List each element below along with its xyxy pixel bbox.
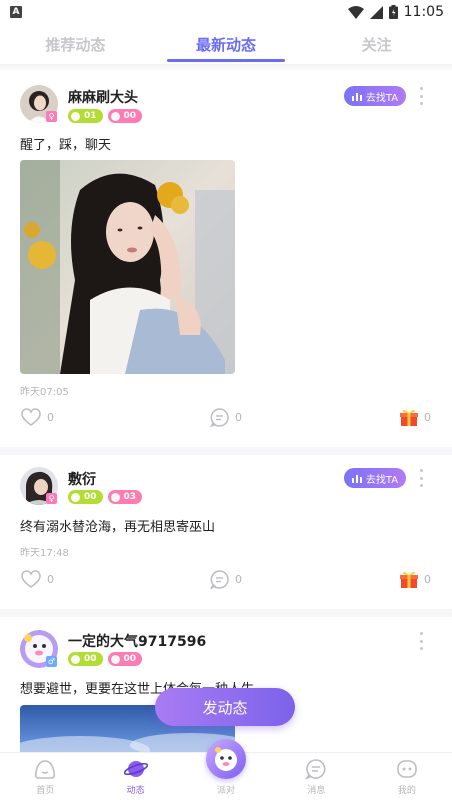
find-ta-button[interactable]: 去找TA [344,86,406,106]
star-icon [71,111,80,121]
more-options-icon[interactable] [418,87,424,105]
like-button[interactable]: 0 [21,570,54,588]
more-options-icon[interactable] [418,469,424,487]
gender-male-icon: ♂ [46,656,57,667]
post-image[interactable] [20,160,235,374]
star-icon [71,492,80,502]
tab-following[interactable]: 关注 [301,24,452,64]
charm-badge: 00 [107,109,143,123]
username[interactable]: 一定的大气9717596 [68,631,206,651]
post-divider [0,447,452,455]
heart-outline-icon [21,570,41,588]
gift-button[interactable]: 0 [400,570,431,589]
comment-button[interactable]: 0 [210,408,242,427]
username[interactable]: 麻麻刷大头 [68,87,138,107]
wifi-icon [347,5,364,19]
level-badge: 00 [68,490,103,504]
nav-moments[interactable]: 动态 [90,753,180,802]
tab-latest[interactable]: 最新动态 [151,24,302,64]
comment-button[interactable]: 0 [210,570,242,589]
charm-badge: 00 [107,652,143,666]
level-badge: 00 [68,652,103,666]
username[interactable]: 敷衍 [68,469,96,489]
gift-icon [400,571,418,588]
party-icon [206,739,247,779]
gift-button[interactable]: 0 [400,408,431,427]
tab-recommended[interactable]: 推荐动态 [0,24,151,64]
post-time: 昨天07:05 [20,387,69,398]
more-options-icon[interactable] [418,632,424,650]
post-moment-button[interactable]: 发动态 [155,688,295,726]
find-ta-button[interactable]: 去找TA [344,468,406,488]
status-bar: A 11:05 [0,0,452,24]
star-icon [71,654,80,664]
nav-party[interactable]: 派对 [181,739,271,802]
home-icon [35,760,56,779]
feed-tabs: 推荐动态 最新动态 关注 [0,24,452,64]
post-time: 昨天17:48 [20,548,69,559]
post-divider [0,609,452,617]
signal-icon [369,5,383,19]
heart-icon [110,492,120,502]
bars-icon [351,474,362,483]
bottom-nav: 首页 动态 派对 消息 我的 [0,739,452,802]
planet-icon [123,761,148,777]
nav-messages[interactable]: 消息 [271,753,361,802]
comment-icon [210,408,229,427]
heart-icon [110,654,120,664]
bars-icon [351,92,362,101]
post-text: 终有溺水替沧海，再无相思寄巫山 [20,520,216,535]
gender-female-icon: ♀ [46,493,57,504]
level-badge: 01 [68,109,103,123]
post-text: 醒了，踩，聊天 [20,138,112,153]
app-notification-icon: A [10,6,22,18]
nav-home[interactable]: 首页 [0,753,90,802]
battery-icon [388,5,398,19]
comment-icon [210,570,229,589]
heart-icon [110,111,120,121]
gender-female-icon: ♀ [46,111,57,122]
charm-badge: 03 [107,490,143,504]
message-icon [305,759,326,780]
heart-outline-icon [21,408,41,426]
nav-profile[interactable]: 我的 [362,753,452,802]
like-button[interactable]: 0 [21,408,54,426]
tab-divider [0,64,452,72]
profile-icon [397,760,417,778]
gift-icon [400,409,418,426]
clock: 11:05 [403,4,444,20]
